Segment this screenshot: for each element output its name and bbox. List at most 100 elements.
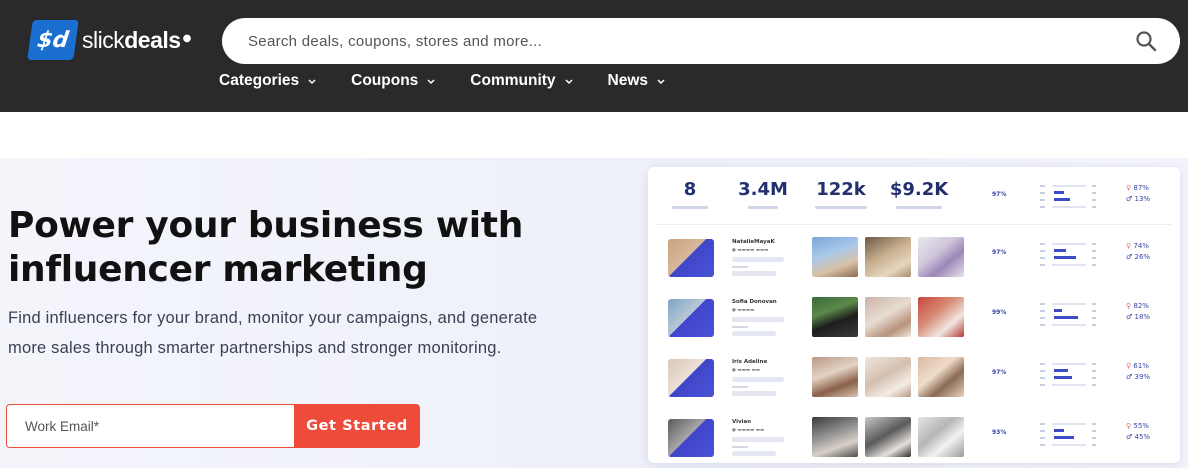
profile-bar bbox=[732, 437, 784, 442]
hero-title: Power your business with influencer mark… bbox=[8, 205, 524, 290]
profile-line bbox=[732, 386, 748, 388]
gender-split: ♀ 55% ♂ 45% bbox=[1126, 421, 1150, 443]
signup-form: Get Started bbox=[6, 404, 420, 448]
chevron-down-icon bbox=[427, 79, 435, 85]
influencer-row[interactable]: Sofia Donovan ● ▬▬▬▬ 99% ♀ 82% ♂ 18% bbox=[648, 293, 1180, 351]
profile-bar bbox=[732, 391, 776, 396]
profile-bar bbox=[732, 257, 784, 262]
audience-bars bbox=[1040, 241, 1098, 267]
match-pct: 93% bbox=[992, 429, 1007, 436]
influencer-name: Iris Adeline bbox=[732, 359, 768, 365]
post-thumbnail bbox=[812, 417, 858, 457]
male-icon: ♂ bbox=[1126, 313, 1133, 321]
stat-revenue: $9.2K bbox=[886, 179, 952, 209]
stat-caption-bar bbox=[748, 206, 778, 209]
post-thumbnail bbox=[865, 417, 911, 457]
work-email-input[interactable] bbox=[6, 404, 296, 448]
header-gender-split: ♀ 87% ♂ 13% bbox=[1126, 183, 1150, 205]
nav-label: News bbox=[607, 72, 649, 89]
female-icon: ♀ bbox=[1126, 242, 1132, 250]
female-pct: 87% bbox=[1133, 184, 1149, 192]
profile-bar bbox=[732, 317, 784, 322]
nav-community[interactable]: Community bbox=[470, 72, 573, 90]
female-pct: 55% bbox=[1133, 422, 1149, 430]
audience-bars bbox=[1040, 421, 1098, 447]
slickdeals-logo[interactable]: $d slickdeals ● bbox=[27, 20, 192, 60]
location-icon: ● ▬▬▬▬ ▬▬▬ bbox=[732, 248, 769, 253]
influencer-row[interactable]: Iris Adeline ● ▬▬▬ ▬▬ 97% ♀ 61% ♂ 39% bbox=[648, 353, 1180, 411]
nav-label: Community bbox=[470, 72, 556, 89]
nav-coupons[interactable]: Coupons bbox=[351, 72, 436, 90]
stat-engagement: 122k bbox=[810, 179, 872, 209]
logo-text-prefix: slick bbox=[82, 26, 125, 53]
logo-mark-icon: $d bbox=[27, 20, 79, 60]
influencer-name: NatalieMayaK bbox=[732, 239, 775, 245]
post-thumbnail bbox=[918, 297, 964, 337]
post-thumbnail bbox=[865, 297, 911, 337]
gender-split: ♀ 82% ♂ 18% bbox=[1126, 301, 1150, 323]
male-icon: ♂ bbox=[1126, 373, 1133, 381]
hero-subtitle: Find influencers for your brand, monitor… bbox=[8, 309, 538, 357]
search-icon[interactable] bbox=[1134, 29, 1158, 53]
female-icon: ♀ bbox=[1126, 422, 1132, 430]
logo-text: slickdeals bbox=[82, 27, 181, 54]
influencer-row[interactable]: Vivian ● ▬▬▬▬ ▬▬ 93% ♀ 55% ♂ 45% bbox=[648, 413, 1180, 468]
card-divider bbox=[656, 224, 1172, 225]
location-icon: ● ▬▬▬▬ ▬▬ bbox=[732, 428, 765, 433]
influencer-avatar bbox=[668, 299, 714, 337]
chevron-down-icon bbox=[657, 79, 665, 85]
logo-text-bold: deals bbox=[124, 26, 181, 53]
nav-label: Categories bbox=[219, 72, 300, 89]
female-icon: ♀ bbox=[1126, 184, 1132, 192]
influencer-avatar bbox=[668, 359, 714, 397]
male-icon: ♂ bbox=[1126, 195, 1133, 203]
profile-line bbox=[732, 326, 748, 328]
profile-bar bbox=[732, 451, 776, 456]
audience-bars bbox=[1040, 301, 1098, 327]
gender-split: ♀ 74% ♂ 26% bbox=[1126, 241, 1150, 263]
male-pct: 39% bbox=[1134, 373, 1151, 381]
post-thumbnail bbox=[812, 357, 858, 397]
gender-split: ♀ 61% ♂ 39% bbox=[1126, 361, 1150, 383]
post-thumbnail bbox=[918, 237, 964, 277]
female-icon: ♀ bbox=[1126, 362, 1132, 370]
influencer-name: Sofia Donovan bbox=[732, 299, 777, 305]
location-icon: ● ▬▬▬▬ bbox=[732, 308, 755, 313]
influencer-dashboard-preview: 8 3.4M 122k $9.2K 97% ♀ 87% ♂ 13% Natali… bbox=[648, 167, 1180, 463]
search-input[interactable] bbox=[248, 18, 1108, 64]
get-started-button[interactable]: Get Started bbox=[294, 404, 420, 448]
stat-caption-bar bbox=[672, 206, 708, 209]
female-pct: 74% bbox=[1133, 242, 1149, 250]
nav-categories[interactable]: Categories bbox=[219, 72, 317, 90]
nav-news[interactable]: News bbox=[608, 72, 667, 90]
audience-bars bbox=[1040, 361, 1098, 387]
stat-caption-bar bbox=[896, 206, 942, 209]
profile-bar bbox=[732, 377, 784, 382]
profile-line bbox=[732, 446, 748, 448]
header-audience-bars bbox=[1040, 183, 1098, 209]
chevron-down-icon bbox=[565, 79, 573, 85]
female-pct: 82% bbox=[1133, 302, 1149, 310]
main-nav: Categories Coupons Community News bbox=[219, 72, 700, 90]
stat-value: 122k bbox=[816, 179, 866, 200]
search-bar bbox=[222, 18, 1180, 64]
influencer-name: Vivian bbox=[732, 419, 752, 425]
profile-line bbox=[732, 266, 748, 268]
stat-caption-bar bbox=[815, 206, 867, 209]
match-pct: 97% bbox=[992, 249, 1007, 256]
male-pct: 26% bbox=[1134, 253, 1151, 261]
logo-dot-icon: ● bbox=[182, 32, 192, 44]
male-icon: ♂ bbox=[1126, 433, 1133, 441]
stat-value: 8 bbox=[683, 179, 697, 200]
influencer-avatar bbox=[668, 419, 714, 457]
influencer-row[interactable]: NatalieMayaK ● ▬▬▬▬ ▬▬▬ 97% ♀ 74% ♂ 26% bbox=[648, 233, 1180, 291]
female-pct: 61% bbox=[1133, 362, 1149, 370]
influencer-avatar bbox=[668, 239, 714, 277]
post-thumbnail bbox=[918, 357, 964, 397]
male-pct: 13% bbox=[1134, 195, 1151, 203]
post-thumbnail bbox=[812, 297, 858, 337]
stat-reach: 3.4M bbox=[734, 179, 792, 209]
stat-campaigns: 8 bbox=[672, 179, 708, 209]
post-thumbnail bbox=[865, 237, 911, 277]
nav-label: Coupons bbox=[351, 72, 419, 89]
